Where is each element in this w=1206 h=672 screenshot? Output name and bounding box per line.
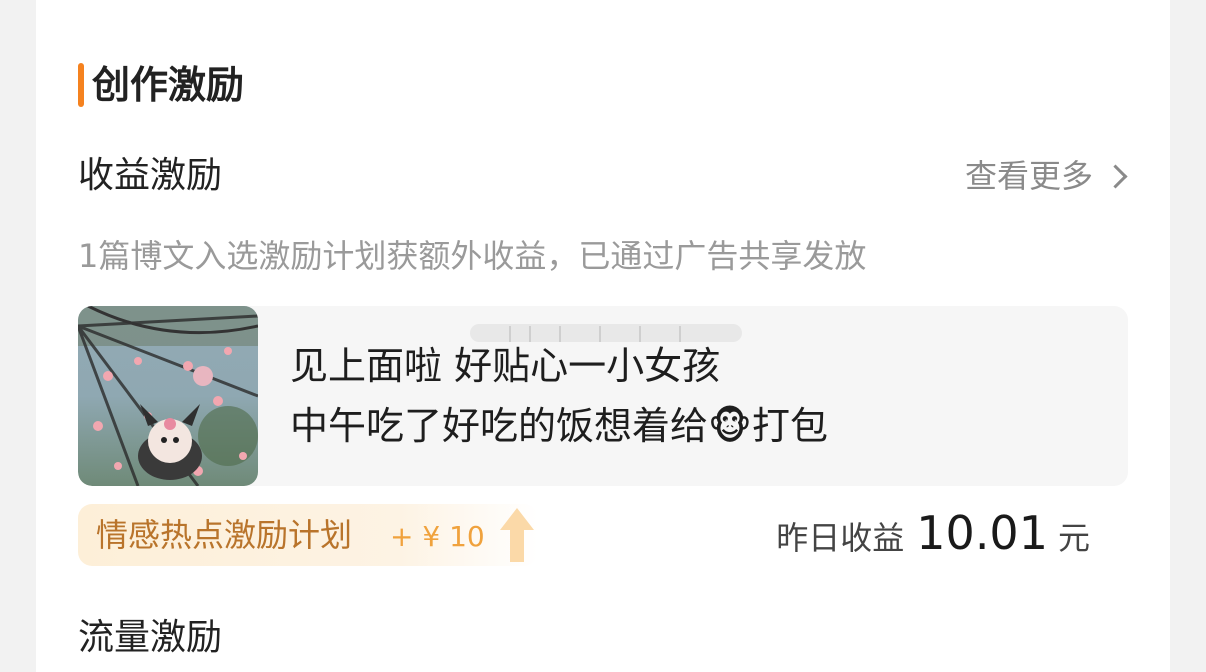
post-text: 见上面啦 好贴心一小女孩 中午吃了好吃的饭想着给🐵打包 (290, 336, 828, 456)
view-more-label: 查看更多 (964, 157, 1093, 195)
incentive-plan-badge[interactable]: 情感热点激励计划 + ¥ 10 (78, 504, 538, 566)
umbrella-photo-icon (78, 306, 258, 486)
yesterday-earnings-label: 昨日收益 (776, 519, 905, 557)
up-arrow-icon (500, 508, 534, 562)
post-line-2-b: 打包 (751, 404, 828, 448)
chevron-right-icon (1103, 163, 1128, 189)
currency-unit: 元 (1057, 519, 1090, 557)
revenue-description: 1篇博文入选激励计划获额外收益，已通过广告共享发放 (78, 237, 867, 275)
revenue-incentive-header: 收益激励 查看更多 (78, 152, 1128, 200)
monkey-emoji-icon: 🐵 (708, 404, 752, 448)
post-thumbnail[interactable] (78, 306, 258, 486)
post-card[interactable]: 见上面啦 好贴心一小女孩 中午吃了好吃的饭想着给🐵打包 (78, 306, 1128, 486)
yesterday-earnings: 昨日收益 10.01 元 (776, 506, 1090, 560)
creator-incentive-card: 创作激励 收益激励 查看更多 1篇博文入选激励计划获额外收益，已通过广告共享发放 (36, 0, 1170, 672)
post-line-2: 中午吃了好吃的饭想着给🐵打包 (290, 396, 828, 456)
plan-amount: + ¥ 10 (390, 520, 485, 553)
view-more-link[interactable]: 查看更多 (965, 152, 1128, 200)
post-line-1: 见上面啦 好贴心一小女孩 (290, 344, 721, 388)
post-line-2-a: 中午吃了好吃的饭想着给 (290, 404, 709, 448)
section-header: 创作激励 (78, 60, 244, 110)
accent-bar (78, 63, 84, 107)
yesterday-earnings-value: 10.01 (916, 506, 1048, 560)
revenue-incentive-title: 收益激励 (78, 155, 223, 196)
section-title: 创作激励 (92, 63, 245, 107)
plan-name: 情感热点激励计划 (96, 516, 353, 554)
traffic-incentive-title: 流量激励 (78, 617, 223, 658)
